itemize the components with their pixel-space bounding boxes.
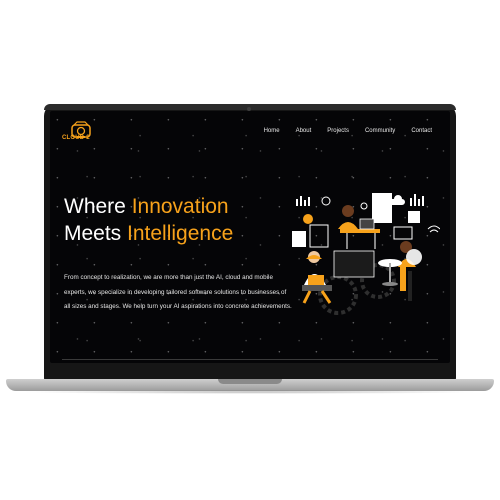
nav-projects[interactable]: Projects (327, 128, 349, 134)
laptop-notch (218, 379, 282, 384)
hero-description: From concept to realization, we are more… (64, 274, 292, 310)
hero-heading: Where Innovation Meets Intelligence (64, 193, 233, 247)
nav-community[interactable]: Community (365, 128, 395, 134)
brand-name[interactable]: CLOUD 2 (62, 135, 90, 141)
hero-line1-accent: Innovation (131, 195, 229, 218)
hero-line1-prefix: Where (64, 195, 132, 218)
laptop-shadow (20, 390, 480, 394)
top-navigation: Home About Projects Community Contact (264, 128, 432, 134)
hero-line2-accent: Intelligence (127, 222, 234, 245)
nav-home[interactable]: Home (264, 128, 280, 134)
team-collaboration-illustration (292, 193, 440, 315)
nav-contact[interactable]: Contact (411, 128, 432, 134)
section-divider (62, 359, 438, 360)
hero-line2-prefix: Meets (64, 222, 128, 245)
nav-about[interactable]: About (296, 128, 312, 134)
website-screen: CLOUD 2 Home About Projects Community Co… (50, 111, 450, 363)
logo-icon[interactable] (68, 121, 94, 145)
